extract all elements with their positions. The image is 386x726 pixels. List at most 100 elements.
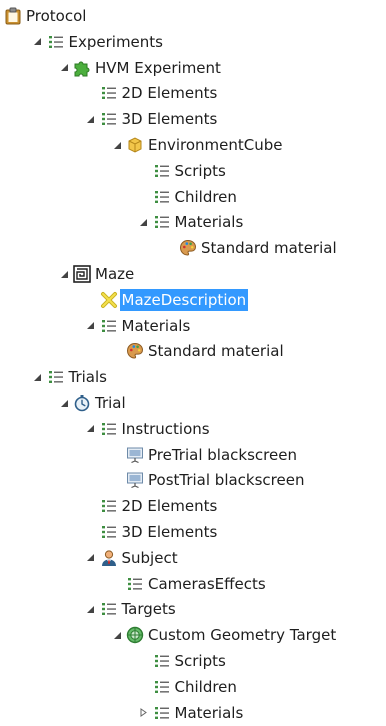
tree-node-trial[interactable]: Trial (57, 390, 128, 416)
tree-node-targets[interactable]: Targets (84, 596, 178, 622)
list-icon (153, 704, 171, 722)
puzzle-icon (73, 59, 91, 77)
tree-node-standard-material[interactable]: Standard material (163, 235, 339, 261)
tree-node-label: Materials (174, 213, 244, 232)
expand-arrow-icon[interactable] (137, 700, 151, 726)
collapse-arrow-icon[interactable] (84, 313, 98, 339)
tree-node-mazedescription[interactable]: MazeDescription (84, 287, 249, 313)
clipboard-icon (4, 7, 22, 25)
list-icon (153, 162, 171, 180)
collapse-arrow-icon[interactable] (137, 209, 151, 235)
maze-icon (73, 265, 91, 283)
list-icon (47, 368, 65, 386)
tree-node-label: Children (174, 187, 237, 206)
tree-node-pretrial-blackscreen[interactable]: PreTrial blackscreen (110, 442, 299, 468)
list-icon (100, 110, 118, 128)
tree-node-label: Instructions (121, 419, 210, 438)
collapse-arrow-icon[interactable] (57, 390, 71, 416)
collapse-arrow-icon[interactable] (31, 364, 45, 390)
tree-node-label: Scripts (174, 652, 226, 670)
list-icon (126, 575, 144, 593)
tree-node-posttrial-blackscreen[interactable]: PostTrial blackscreen (110, 467, 306, 493)
tree-node-label: Targets (121, 600, 176, 619)
list-icon (100, 600, 118, 618)
stopwatch-icon (73, 394, 91, 412)
tree-node-protocol[interactable]: Protocol (4, 3, 88, 29)
list-icon (100, 497, 118, 515)
tree-node-label: 3D Elements (121, 523, 218, 541)
tree-node-hvm-experiment[interactable]: HVM Experiment (57, 55, 223, 81)
tree-node-environmentcube[interactable]: EnvironmentCube (110, 132, 285, 158)
tree-node-label: Custom Geometry Target (148, 626, 337, 645)
tree-node-label: EnvironmentCube (148, 136, 283, 154)
tree-node-scripts[interactable]: Scripts (137, 158, 228, 184)
tree-node-standard-material[interactable]: Standard material (110, 338, 286, 364)
tree-node-custom-geometry-target[interactable]: Custom Geometry Target (110, 622, 338, 648)
list-icon (153, 678, 171, 696)
collapse-arrow-icon[interactable] (84, 106, 98, 132)
slide-icon (126, 471, 144, 489)
list-icon (153, 213, 171, 231)
tree-node-label: PreTrial blackscreen (148, 445, 297, 464)
list-icon (100, 420, 118, 438)
palette-icon (126, 342, 144, 360)
tree-node-label: 2D Elements (121, 497, 218, 516)
tree-node-3d-elements[interactable]: 3D Elements (84, 106, 220, 132)
tree-node-instructions[interactable]: Instructions (84, 416, 212, 442)
tree-node-materials[interactable]: Materials (137, 700, 246, 726)
collapse-arrow-icon[interactable] (110, 132, 124, 158)
tree-node-label: Subject (121, 548, 178, 567)
tree-node-label: Trial (95, 394, 126, 412)
tree-node-label: 3D Elements (121, 110, 218, 129)
tree-node-trials[interactable]: Trials (31, 364, 109, 390)
tree-node-label: Standard material (201, 239, 337, 258)
tree-node-maze[interactable]: Maze (57, 261, 136, 287)
cube-icon (126, 136, 144, 154)
collapse-arrow-icon[interactable] (57, 55, 71, 81)
collapse-arrow-icon[interactable] (31, 29, 45, 55)
list-icon (100, 523, 118, 541)
tree-node-label: Scripts (174, 161, 226, 180)
list-icon (153, 188, 171, 206)
tree-node-label: Maze (95, 265, 135, 283)
tree-node-label: Protocol (26, 7, 87, 25)
tree-node-label: Standard material (148, 342, 284, 361)
collapse-arrow-icon[interactable] (84, 596, 98, 622)
tree-node-materials[interactable]: Materials (84, 313, 193, 339)
tree-node-2d-elements[interactable]: 2D Elements (84, 80, 220, 106)
collapse-arrow-icon[interactable] (84, 416, 98, 442)
list-icon (47, 33, 65, 51)
tree-node-scripts[interactable]: Scripts (137, 648, 228, 674)
tree-node-label: Trials (68, 368, 107, 387)
collapse-arrow-icon[interactable] (57, 261, 71, 287)
tree-node-children[interactable]: Children (137, 674, 239, 700)
tree-node-label: Children (174, 677, 237, 696)
person-icon (100, 549, 118, 567)
tree-node-3d-elements[interactable]: 3D Elements (84, 519, 220, 545)
tree-node-label: HVM Experiment (95, 58, 221, 77)
tree-node-label: Materials (174, 703, 244, 722)
palette-icon (179, 239, 197, 257)
collapse-arrow-icon[interactable] (84, 545, 98, 571)
tree-node-experiments[interactable]: Experiments (31, 29, 165, 55)
tree-node-label: MazeDescription (119, 288, 249, 311)
list-icon (153, 652, 171, 670)
collapse-arrow-icon[interactable] (110, 622, 124, 648)
protocol-tree-view[interactable]: Protocol Experiments HVM Experiment 2D E… (0, 0, 386, 722)
tree-node-cameraseffects[interactable]: CamerasEffects (110, 571, 268, 597)
tree-node-subject[interactable]: Subject (84, 545, 180, 571)
tree-node-2d-elements[interactable]: 2D Elements (84, 493, 220, 519)
tree-node-children[interactable]: Children (137, 184, 239, 210)
tree-node-materials[interactable]: Materials (137, 209, 246, 235)
target-icon (126, 626, 144, 644)
